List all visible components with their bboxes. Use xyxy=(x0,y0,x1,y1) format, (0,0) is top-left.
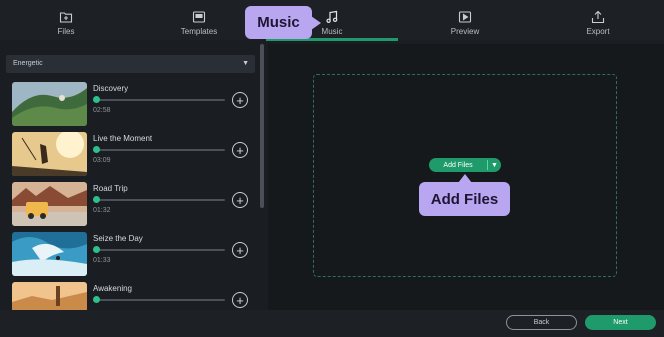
track-thumbnail xyxy=(12,282,87,310)
add-track-button[interactable]: + xyxy=(232,92,248,108)
track-progress-knob[interactable] xyxy=(93,296,100,303)
track-progress-bar[interactable] xyxy=(93,249,225,251)
track-thumbnail xyxy=(12,82,87,126)
track-progress-bar[interactable] xyxy=(93,149,225,151)
track-item[interactable]: Discovery 02:58 + xyxy=(12,82,252,126)
track-item[interactable]: Awakening + xyxy=(12,282,252,310)
track-title: Live the Moment xyxy=(93,134,153,143)
preview-icon xyxy=(458,11,472,23)
plus-icon: + xyxy=(236,192,244,208)
plus-icon: + xyxy=(236,242,244,258)
export-icon xyxy=(591,10,605,24)
add-files-callout: Add Files xyxy=(419,174,510,216)
add-track-button[interactable]: + xyxy=(232,292,248,308)
next-button[interactable]: Next xyxy=(585,315,656,330)
track-title: Awakening xyxy=(93,284,132,293)
tab-label: Files xyxy=(57,27,75,36)
music-library-panel: Energetic ▼ Discovery 02:58 + Live the M… xyxy=(0,48,262,310)
track-progress-bar[interactable] xyxy=(93,199,225,201)
track-title: Discovery xyxy=(93,84,129,93)
track-title: Seize the Day xyxy=(93,234,143,243)
genre-dropdown-value: Energetic xyxy=(13,60,43,67)
add-files-button[interactable]: Add Files ▼ xyxy=(429,158,501,172)
track-duration: 01:32 xyxy=(93,207,111,214)
tab-files[interactable]: Files xyxy=(21,0,111,40)
chevron-down-icon[interactable]: ▼ xyxy=(488,162,501,169)
tab-export[interactable]: Export xyxy=(553,0,643,40)
track-thumbnail xyxy=(12,232,87,276)
add-track-button[interactable]: + xyxy=(232,242,248,258)
track-progress-knob[interactable] xyxy=(93,96,100,103)
templates-icon xyxy=(192,11,206,23)
track-item[interactable]: Live the Moment 03:09 + xyxy=(12,132,252,176)
track-title: Road Trip xyxy=(93,184,128,193)
tab-label: Music xyxy=(321,27,343,36)
music-icon xyxy=(326,10,338,23)
track-duration: 01:33 xyxy=(93,257,111,264)
track-item[interactable]: Seize the Day 01:33 + xyxy=(12,232,252,276)
track-progress-bar[interactable] xyxy=(93,299,225,301)
music-callout: Music xyxy=(245,6,321,39)
chevron-down-icon: ▼ xyxy=(242,60,249,67)
genre-dropdown[interactable]: Energetic ▼ xyxy=(6,55,255,73)
add-track-button[interactable]: + xyxy=(232,142,248,158)
track-progress-knob[interactable] xyxy=(93,146,100,153)
tab-preview[interactable]: Preview xyxy=(420,0,510,40)
plus-icon: + xyxy=(236,92,244,108)
track-progress-knob[interactable] xyxy=(93,196,100,203)
top-toolbar: Files Templates Music Preview Export xyxy=(0,0,664,40)
track-duration: 03:09 xyxy=(93,157,111,164)
add-files-label: Add Files xyxy=(443,161,473,169)
tab-label: Templates xyxy=(180,27,218,36)
files-icon xyxy=(59,12,73,23)
library-scrollbar[interactable] xyxy=(260,44,264,208)
plus-icon: + xyxy=(236,142,244,158)
plus-icon: + xyxy=(236,292,244,308)
track-thumbnail xyxy=(12,182,87,226)
tab-label: Export xyxy=(586,27,610,36)
track-duration: 02:58 xyxy=(93,107,111,114)
tab-label: Preview xyxy=(450,27,480,36)
track-item[interactable]: Road Trip 01:32 + xyxy=(12,182,252,226)
tab-templates[interactable]: Templates xyxy=(154,0,244,40)
back-button[interactable]: Back xyxy=(506,315,577,330)
track-progress-bar[interactable] xyxy=(93,99,225,101)
add-track-button[interactable]: + xyxy=(232,192,248,208)
track-thumbnail xyxy=(12,132,87,176)
track-progress-knob[interactable] xyxy=(93,246,100,253)
